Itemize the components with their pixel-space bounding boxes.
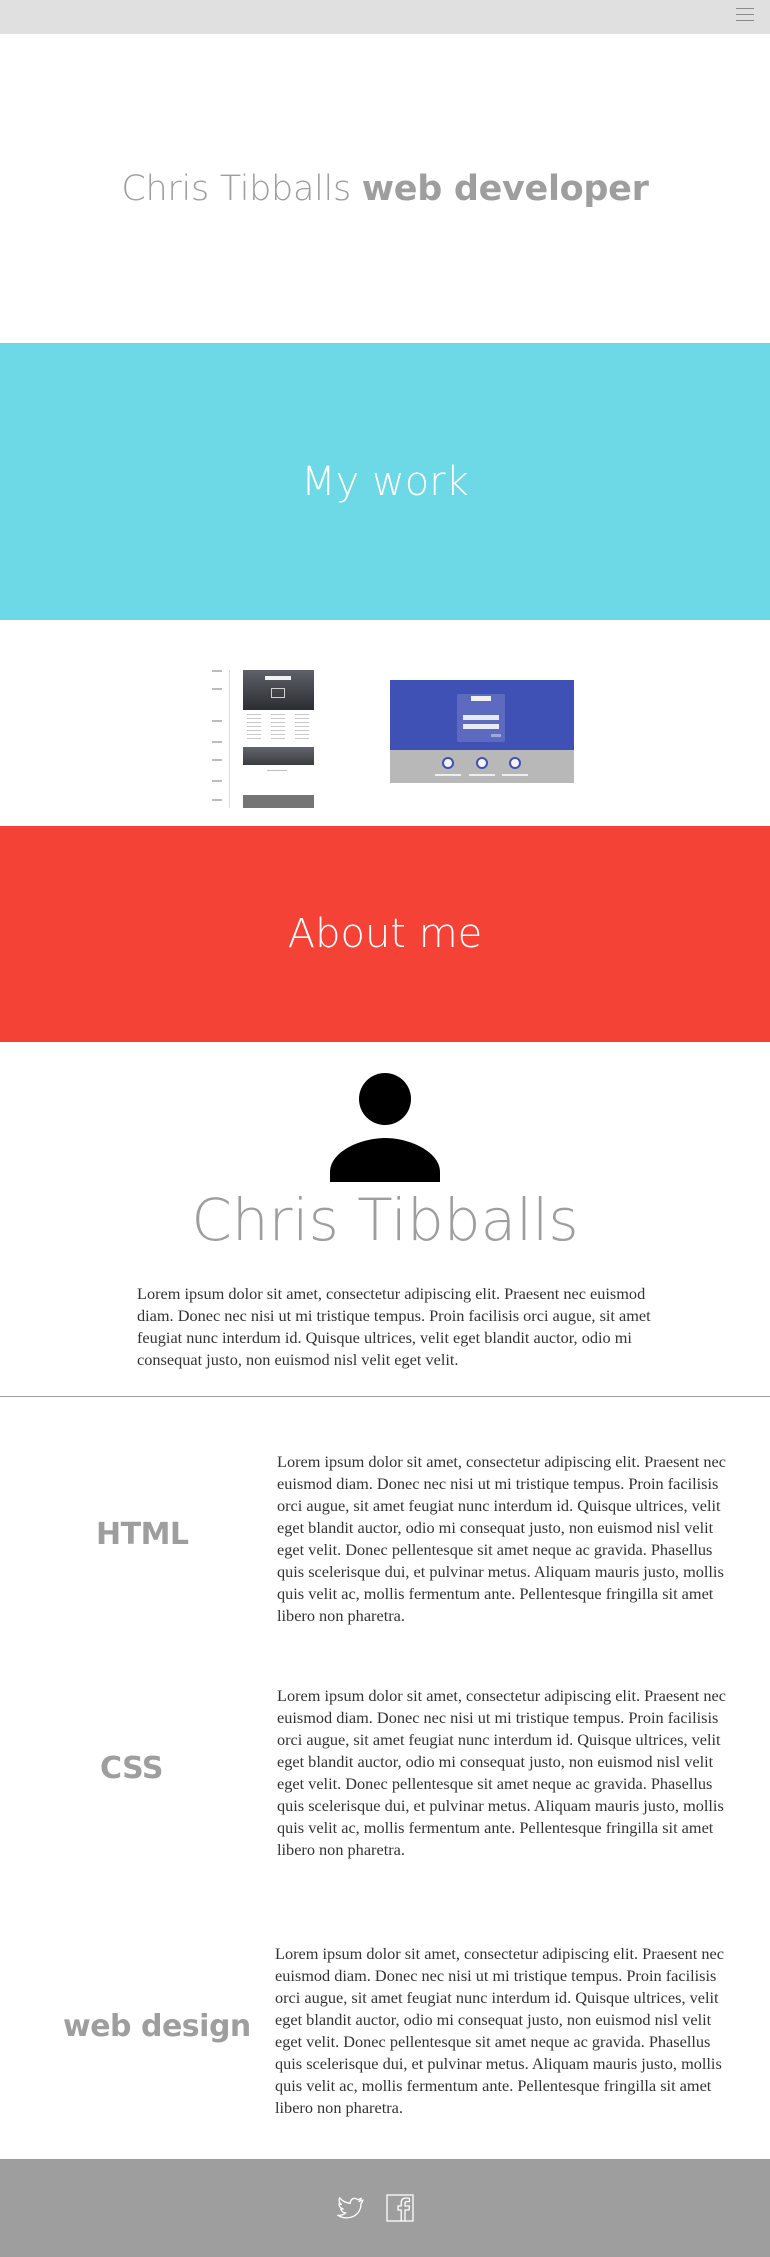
footer	[0, 2159, 770, 2257]
hero-section: Chris Tibballs web developer	[0, 34, 770, 343]
hero-role: web developer	[361, 168, 649, 209]
skill-title-web-design: web design	[63, 2009, 251, 2044]
skill-title-css: CSS	[100, 1751, 163, 1786]
login-page-mockup-thumbnail[interactable]	[212, 670, 314, 808]
top-bar	[0, 0, 770, 34]
twitter-icon[interactable]	[336, 2193, 366, 2223]
skill-text-html: Lorem ipsum dolor sit amet, consectetur …	[277, 1452, 726, 1625]
work-thumbnails	[0, 620, 770, 826]
about-name: Chris Tibballs	[191, 1186, 579, 1254]
skill-text-web-design: Lorem ipsum dolor sit amet, consectetur …	[275, 1944, 724, 2117]
hero-title: Chris Tibballs web developer	[121, 169, 648, 209]
hero-name: Chris Tibballs	[121, 168, 351, 209]
about-bio: Lorem ipsum dolor sit amet, consectetur …	[137, 1284, 651, 1369]
skill-text-css: Lorem ipsum dolor sit amet, consectetur …	[277, 1686, 726, 1859]
my-work-banner: My work	[0, 343, 770, 620]
skill-title-html: HTML	[96, 1517, 189, 1552]
app-dashboard-mockup-thumbnail[interactable]	[390, 680, 574, 783]
section-divider	[0, 1396, 770, 1397]
my-work-title: My work	[301, 458, 469, 505]
facebook-icon[interactable]	[385, 2193, 415, 2223]
about-me-banner: About me	[0, 826, 770, 1042]
about-me-title: About me	[287, 911, 483, 957]
hamburger-menu-icon[interactable]	[736, 8, 754, 26]
person-icon	[330, 1073, 440, 1182]
